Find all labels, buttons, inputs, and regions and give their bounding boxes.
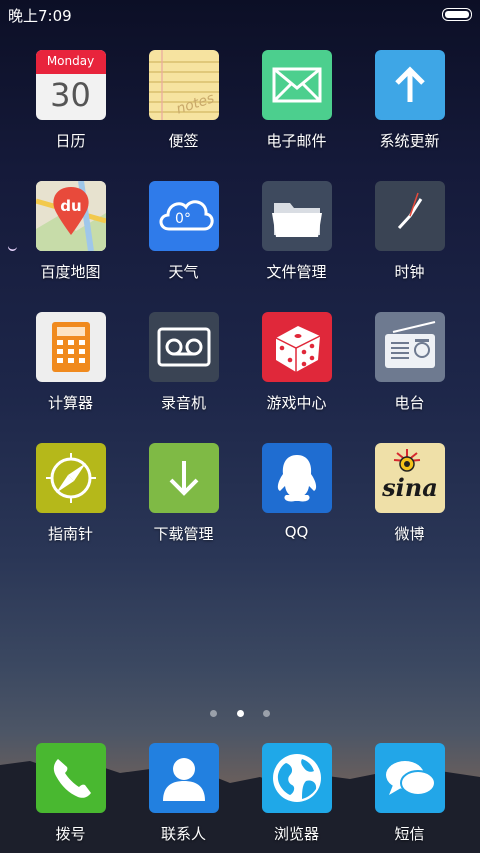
svg-text:sina: sina: [381, 473, 438, 502]
app-label: 便签: [168, 132, 199, 150]
svg-text:du: du: [60, 197, 81, 215]
page-dot[interactable]: [262, 710, 270, 717]
dock-contacts[interactable]: 联系人: [127, 743, 240, 844]
app-label: 浏览器: [273, 825, 319, 843]
app-compass[interactable]: 指南针: [14, 443, 127, 544]
app-notes[interactable]: notes 便签: [127, 50, 240, 151]
dock-browser[interactable]: 浏览器: [240, 743, 353, 844]
system-update-icon: [374, 50, 445, 120]
status-bar: 晚上7:09: [0, 0, 480, 28]
radio-icon: [374, 312, 445, 382]
app-game-center[interactable]: 游戏中心: [240, 312, 353, 413]
app-label: 日历: [55, 132, 86, 150]
app-baidu-map[interactable]: du 百度地图: [14, 181, 127, 282]
contacts-icon: [148, 743, 219, 813]
app-label: 文件管理: [266, 263, 327, 281]
app-label: 电子邮件: [266, 132, 327, 150]
phone-icon: [35, 743, 106, 813]
download-manager-icon: [148, 443, 219, 513]
app-file-manager[interactable]: 文件管理: [240, 181, 353, 282]
compass-icon: [35, 443, 106, 513]
app-weather[interactable]: 0° 天气: [127, 181, 240, 282]
app-weibo[interactable]: sina 微博: [353, 443, 466, 544]
baidu-map-icon: du: [35, 181, 106, 251]
app-label: 下载管理: [153, 525, 214, 543]
app-clock[interactable]: 时钟: [353, 181, 466, 282]
weibo-icon: sina: [374, 443, 445, 513]
app-download-manager[interactable]: 下载管理: [127, 443, 240, 544]
app-calculator[interactable]: 计算器: [14, 312, 127, 413]
calendar-date: 30: [50, 76, 91, 114]
app-label: 系统更新: [379, 132, 440, 150]
app-label: 游戏中心: [266, 394, 327, 412]
app-qq[interactable]: QQ: [240, 443, 353, 541]
browser-icon: [261, 743, 332, 813]
calendar-day: Monday: [46, 54, 95, 68]
app-label: 录音机: [160, 394, 206, 412]
app-label: 计算器: [47, 394, 93, 412]
app-label: 电台: [394, 394, 425, 412]
qq-icon: [261, 443, 332, 513]
app-radio[interactable]: 电台: [353, 312, 466, 413]
email-icon: [261, 50, 332, 120]
notes-icon: notes: [148, 50, 219, 120]
battery-icon: [442, 8, 472, 21]
app-label: 拨号: [55, 825, 86, 843]
messages-icon: [374, 743, 445, 813]
weather-icon: 0°: [148, 181, 219, 251]
page-indicator: [0, 702, 480, 721]
app-email[interactable]: 电子邮件: [240, 50, 353, 151]
page-dot[interactable]: [210, 710, 218, 717]
app-label: 联系人: [160, 825, 206, 843]
file-manager-icon: [261, 181, 332, 251]
app-calendar[interactable]: Monday 30 日历: [14, 50, 127, 151]
app-label: 天气: [168, 263, 199, 281]
app-system-update[interactable]: 系统更新: [353, 50, 466, 151]
app-recorder[interactable]: 录音机: [127, 312, 240, 413]
calendar-icon: Monday 30: [35, 50, 106, 120]
dock-messages[interactable]: 短信: [353, 743, 466, 844]
app-label: 时钟: [394, 263, 425, 281]
app-label: 微博: [394, 525, 425, 543]
app-label: 指南针: [47, 525, 93, 543]
calculator-icon: [35, 312, 106, 382]
clock-icon: [374, 181, 445, 251]
app-label: 短信: [394, 825, 425, 843]
app-label: QQ: [284, 523, 309, 541]
game-center-icon: [261, 312, 332, 382]
page-dot-active[interactable]: [236, 710, 244, 717]
svg-text:0°: 0°: [175, 211, 191, 227]
recorder-icon: [148, 312, 219, 382]
dock-phone[interactable]: 拨号: [14, 743, 127, 844]
app-label: 百度地图: [40, 263, 101, 281]
status-time: 晚上7:09: [8, 7, 72, 25]
